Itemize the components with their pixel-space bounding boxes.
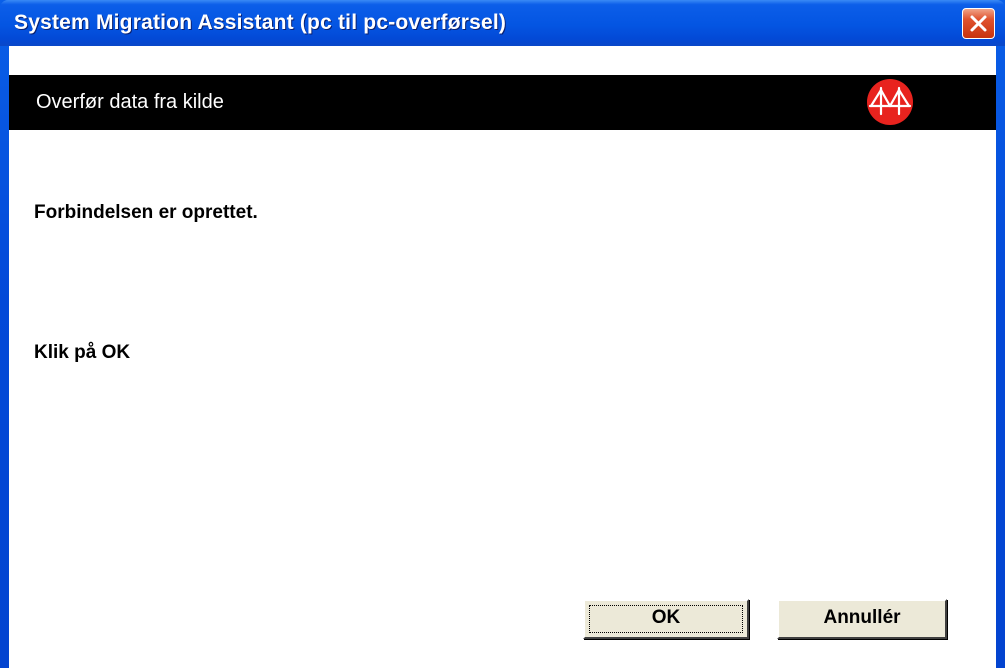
ok-button-label: OK <box>651 607 681 628</box>
cancel-button[interactable]: Annullér <box>777 599 947 639</box>
window-title: System Migration Assistant (pc til pc-ov… <box>14 11 507 34</box>
bridge-logo-icon <box>867 79 913 125</box>
close-button[interactable] <box>962 8 995 39</box>
instruction-message: Klik på OK <box>34 342 131 363</box>
cancel-button-label: Annullér <box>823 607 901 628</box>
step-title: Overfør data fra kilde <box>36 91 224 113</box>
dialog-content: Overfør data fra kilde Forbindelsen er o… <box>9 46 996 668</box>
step-header: Overfør data fra kilde <box>9 75 996 130</box>
close-icon <box>970 15 987 32</box>
status-message: Forbindelsen er oprettet. <box>34 202 258 223</box>
dialog-window: System Migration Assistant (pc til pc-ov… <box>0 0 1005 668</box>
title-bar[interactable]: System Migration Assistant (pc til pc-ov… <box>0 0 1005 46</box>
ok-button[interactable]: OK <box>583 599 749 639</box>
